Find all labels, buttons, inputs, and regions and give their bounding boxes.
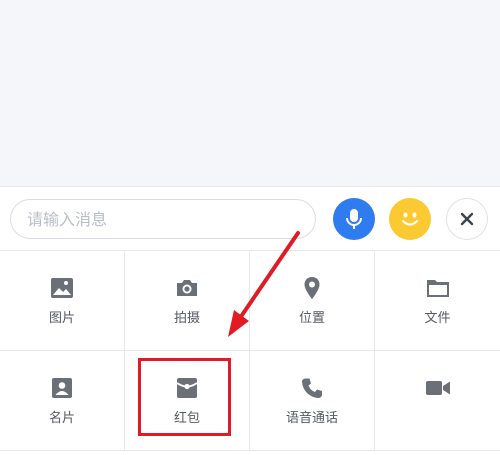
voice-call-option-label: 语音通话 [285, 410, 338, 426]
video-camera-icon [425, 375, 451, 401]
camera-option-label: 拍摄 [173, 310, 200, 326]
image-icon [49, 275, 75, 301]
phone-icon [299, 375, 325, 401]
contact-card-icon [49, 375, 75, 401]
file-option[interactable]: 文件 [375, 251, 500, 351]
file-option-label: 文件 [424, 310, 451, 326]
emoji-button[interactable] [389, 198, 431, 240]
red-packet-highlight-box [138, 358, 231, 436]
message-input[interactable] [10, 199, 316, 239]
location-option-label: 位置 [298, 310, 325, 326]
location-option[interactable]: 位置 [250, 251, 375, 351]
image-option[interactable]: 图片 [0, 251, 125, 351]
close-button[interactable] [446, 198, 488, 240]
image-option-label: 图片 [48, 310, 75, 326]
contact-card-option[interactable]: 名片 [0, 351, 125, 451]
smiley-icon [401, 212, 419, 226]
microphone-icon [346, 209, 362, 229]
close-icon [460, 212, 474, 226]
camera-icon [174, 275, 200, 301]
video-call-option[interactable] [375, 351, 500, 451]
attachment-panel: 图片 拍摄 位置 文件 名片 红包 语音通话 [0, 250, 500, 455]
location-pin-icon [299, 275, 325, 301]
input-bar [0, 186, 500, 251]
contact-card-option-label: 名片 [48, 410, 75, 426]
message-area [0, 0, 500, 186]
voice-call-option[interactable]: 语音通话 [250, 351, 375, 451]
camera-option[interactable]: 拍摄 [125, 251, 250, 351]
voice-button[interactable] [333, 198, 375, 240]
folder-icon [425, 275, 451, 301]
